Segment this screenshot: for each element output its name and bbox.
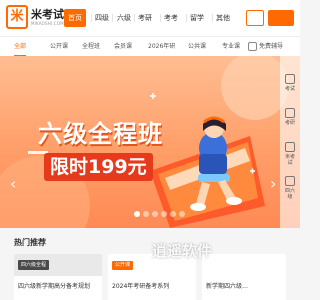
- register-button[interactable]: [268, 10, 294, 26]
- hot-section: 热门推荐 四六级全程 四六级新学期高分备考规划 公开课 2024年考研备考系列 …: [0, 228, 300, 300]
- logo-name: 米考试: [31, 8, 64, 21]
- category-public[interactable]: 公共课: [188, 37, 206, 57]
- nav-divider: [91, 14, 92, 22]
- cet-icon: [285, 176, 295, 186]
- logo-mark-icon: 米: [6, 5, 28, 29]
- nav-divider: [160, 14, 161, 22]
- kaoyan-icon: [285, 108, 295, 118]
- banner-prev-button[interactable]: ‹: [10, 174, 16, 193]
- tutor-icon: [248, 42, 257, 51]
- carousel-dot[interactable]: [134, 211, 140, 217]
- nav-cet6[interactable]: 六级: [117, 9, 131, 27]
- carousel-dot[interactable]: [179, 211, 185, 217]
- nav-study-abroad[interactable]: 留学: [190, 9, 204, 27]
- carousel-dot[interactable]: [170, 211, 176, 217]
- login-button[interactable]: [246, 10, 264, 26]
- carousel-dot[interactable]: [161, 211, 167, 217]
- course-card[interactable]: 四六级全程 四六级新学期高分备考规划: [14, 254, 102, 300]
- nav-divider: [112, 14, 113, 22]
- nav-divider: [186, 14, 187, 22]
- category-2026[interactable]: 2026年研: [148, 37, 175, 57]
- exam-icon: [285, 74, 295, 84]
- course-card[interactable]: 新学期四六级…: [202, 254, 286, 300]
- category-major[interactable]: 专业课: [222, 37, 240, 57]
- float-label: 米考试: [284, 154, 295, 166]
- float-label: 四六级: [284, 188, 295, 200]
- card-title: 新学期四六级…: [206, 283, 249, 290]
- float-item-cet[interactable]: 四六级: [283, 176, 297, 200]
- float-label: 考研: [284, 120, 295, 126]
- nav-exam[interactable]: 考考: [164, 9, 178, 27]
- watermark: 逍遥软件: [152, 242, 213, 260]
- card-title: 四六级新学期高分备考规划: [18, 283, 91, 290]
- section-title: 热门推荐: [14, 238, 46, 247]
- banner-title: 六级全程班: [38, 120, 163, 148]
- card-tag: 四六级全程: [18, 260, 50, 270]
- banner-price: 限时199元: [44, 153, 153, 181]
- carousel-dot[interactable]: [152, 211, 158, 217]
- card-tag: 公开课: [112, 261, 134, 270]
- hero-banner[interactable]: 六级全程班 限时199元 ‹ ›: [0, 56, 300, 228]
- category-full-course[interactable]: 全程班: [82, 37, 100, 57]
- float-label: 考试: [284, 86, 295, 92]
- site-logo[interactable]: 米 米考试 MIKAOSHI.COM: [6, 5, 66, 31]
- nav-kaoyan[interactable]: 考研: [138, 9, 152, 27]
- floating-toolbar: 考试 考研 米考试 四六级: [280, 56, 300, 228]
- banner-next-button[interactable]: ›: [270, 174, 276, 193]
- float-item-exam[interactable]: 考试: [283, 74, 297, 92]
- nav-cet4[interactable]: 四级: [95, 9, 109, 27]
- float-item-mikaoshi[interactable]: 米考试: [283, 142, 297, 166]
- top-header: 米 米考试 MIKAOSHI.COM 首页 四级 六级 考研 考考 留学 其他: [0, 0, 300, 36]
- nav-divider: [212, 14, 213, 22]
- category-free-tutor[interactable]: 免费辅导: [259, 37, 283, 57]
- logo-domain: MIKAOSHI.COM: [31, 21, 64, 26]
- float-item-kaoyan[interactable]: 考研: [283, 108, 297, 126]
- nav-other[interactable]: 其他: [216, 9, 230, 27]
- mikaoshi-icon: [285, 142, 295, 152]
- category-bar: 全部 公开课 全程班 会员课 2026年研 公共课 专业课 免费辅导: [0, 36, 300, 57]
- category-member[interactable]: 会员课: [114, 37, 132, 57]
- category-open-class[interactable]: 公开课: [50, 37, 68, 57]
- card-title: 2024年考研备考系列: [112, 283, 170, 290]
- nav-home[interactable]: 首页: [64, 9, 86, 27]
- carousel-dot[interactable]: [143, 211, 149, 217]
- category-all[interactable]: 全部: [14, 37, 26, 57]
- nav-divider: [134, 14, 135, 22]
